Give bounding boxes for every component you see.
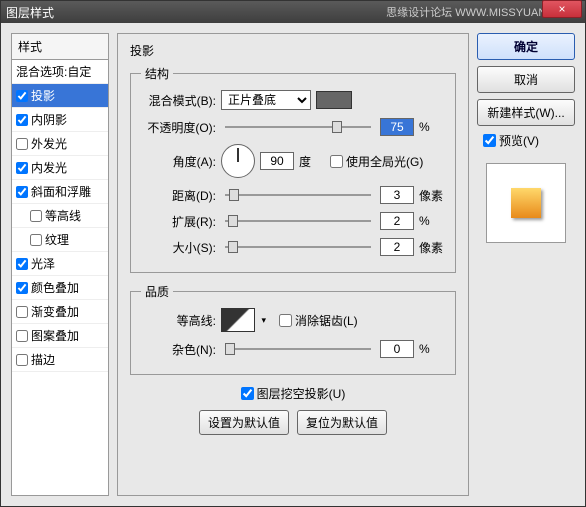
distance-slider[interactable]	[225, 187, 371, 203]
style-item[interactable]: 图案叠加	[12, 324, 108, 348]
size-unit: 像素	[419, 239, 445, 256]
size-value[interactable]: 2	[380, 238, 414, 256]
opacity-value[interactable]: 75	[380, 118, 414, 136]
angle-unit: 度	[299, 153, 325, 170]
style-item[interactable]: 混合选项:自定	[12, 60, 108, 84]
style-label: 描边	[31, 351, 55, 368]
preview-box	[477, 159, 575, 247]
style-item[interactable]: 光泽	[12, 252, 108, 276]
spread-label: 扩展(R):	[141, 213, 216, 230]
new-style-button[interactable]: 新建样式(W)...	[477, 99, 575, 126]
style-label: 投影	[31, 87, 55, 104]
style-item[interactable]: 颜色叠加	[12, 276, 108, 300]
structure-legend: 结构	[141, 65, 173, 82]
structure-group: 结构 混合模式(B): 正片叠底 不透明度(O): 75 % 角度(A): 90…	[130, 65, 456, 273]
distance-label: 距离(D):	[141, 187, 216, 204]
spread-value[interactable]: 2	[380, 212, 414, 230]
style-checkbox[interactable]	[16, 354, 28, 366]
styles-list-panel: 样式 混合选项:自定投影内阴影外发光内发光斜面和浮雕等高线纹理光泽颜色叠加渐变叠…	[11, 33, 109, 496]
style-checkbox[interactable]	[30, 234, 42, 246]
opacity-slider[interactable]	[225, 119, 371, 135]
style-checkbox[interactable]	[16, 282, 28, 294]
opacity-label: 不透明度(O):	[141, 119, 216, 136]
size-label: 大小(S):	[141, 239, 216, 256]
titlebar: 图层样式 思缘设计论坛 WWW.MISSYUAN.COM ×	[1, 1, 585, 23]
cancel-button[interactable]: 取消	[477, 66, 575, 93]
reset-default-button[interactable]: 复位为默认值	[297, 410, 387, 435]
styles-list: 混合选项:自定投影内阴影外发光内发光斜面和浮雕等高线纹理光泽颜色叠加渐变叠加图案…	[12, 60, 108, 372]
style-label: 光泽	[31, 255, 55, 272]
make-default-button[interactable]: 设置为默认值	[199, 410, 289, 435]
style-label: 颜色叠加	[31, 279, 79, 296]
action-panel: 确定 取消 新建样式(W)... 预览(V)	[477, 33, 575, 496]
layer-style-dialog: 图层样式 思缘设计论坛 WWW.MISSYUAN.COM × 样式 混合选项:自…	[0, 0, 586, 507]
contour-label: 等高线:	[141, 312, 216, 329]
angle-dial[interactable]	[221, 144, 255, 178]
style-checkbox[interactable]	[16, 330, 28, 342]
noise-slider[interactable]	[225, 341, 371, 357]
style-checkbox[interactable]	[30, 210, 42, 222]
blend-mode-select[interactable]: 正片叠底	[221, 90, 311, 110]
style-label: 斜面和浮雕	[31, 183, 91, 200]
style-checkbox[interactable]	[16, 258, 28, 270]
spread-slider[interactable]	[225, 213, 371, 229]
size-slider[interactable]	[225, 239, 371, 255]
angle-value[interactable]: 90	[260, 152, 294, 170]
style-item[interactable]: 纹理	[12, 228, 108, 252]
distance-unit: 像素	[419, 187, 445, 204]
blend-mode-label: 混合模式(B):	[141, 92, 216, 109]
preview-checkbox[interactable]: 预览(V)	[477, 132, 575, 149]
style-label: 混合选项:自定	[16, 63, 91, 80]
knockout-checkbox[interactable]: 图层挖空投影(U)	[241, 385, 346, 402]
preview-swatch	[511, 188, 541, 218]
spread-unit: %	[419, 214, 445, 228]
noise-value[interactable]: 0	[380, 340, 414, 358]
style-item[interactable]: 斜面和浮雕	[12, 180, 108, 204]
noise-unit: %	[419, 342, 445, 356]
style-checkbox[interactable]	[16, 138, 28, 150]
preview-image	[486, 163, 566, 243]
contour-picker[interactable]	[221, 308, 255, 332]
style-label: 等高线	[45, 207, 81, 224]
style-item[interactable]: 内发光	[12, 156, 108, 180]
style-label: 图案叠加	[31, 327, 79, 344]
opacity-unit: %	[419, 120, 445, 134]
style-checkbox[interactable]	[16, 306, 28, 318]
angle-label: 角度(A):	[141, 153, 216, 170]
quality-legend: 品质	[141, 283, 173, 300]
ok-button[interactable]: 确定	[477, 33, 575, 60]
style-item[interactable]: 渐变叠加	[12, 300, 108, 324]
style-checkbox[interactable]	[16, 186, 28, 198]
antialias-checkbox[interactable]: 消除锯齿(L)	[279, 312, 358, 329]
style-label: 纹理	[45, 231, 69, 248]
style-checkbox[interactable]	[16, 162, 28, 174]
style-item[interactable]: 投影	[12, 84, 108, 108]
noise-label: 杂色(N):	[141, 341, 216, 358]
options-panel: 投影 结构 混合模式(B): 正片叠底 不透明度(O): 75 % 角度(A):	[117, 33, 469, 496]
style-item[interactable]: 描边	[12, 348, 108, 372]
style-checkbox[interactable]	[16, 90, 28, 102]
style-item[interactable]: 内阴影	[12, 108, 108, 132]
distance-value[interactable]: 3	[380, 186, 414, 204]
style-label: 渐变叠加	[31, 303, 79, 320]
style-label: 外发光	[31, 135, 67, 152]
effect-title: 投影	[130, 42, 456, 59]
close-icon: ×	[558, 2, 565, 16]
close-button[interactable]: ×	[542, 0, 582, 18]
style-item[interactable]: 等高线	[12, 204, 108, 228]
window-title: 图层样式	[6, 4, 386, 21]
global-light-checkbox[interactable]: 使用全局光(G)	[330, 153, 423, 170]
style-item[interactable]: 外发光	[12, 132, 108, 156]
styles-header: 样式	[12, 34, 108, 60]
style-label: 内阴影	[31, 111, 67, 128]
style-checkbox[interactable]	[16, 114, 28, 126]
quality-group: 品质 等高线: 消除锯齿(L) 杂色(N): 0 %	[130, 283, 456, 375]
style-label: 内发光	[31, 159, 67, 176]
shadow-color-swatch[interactable]	[316, 91, 352, 109]
